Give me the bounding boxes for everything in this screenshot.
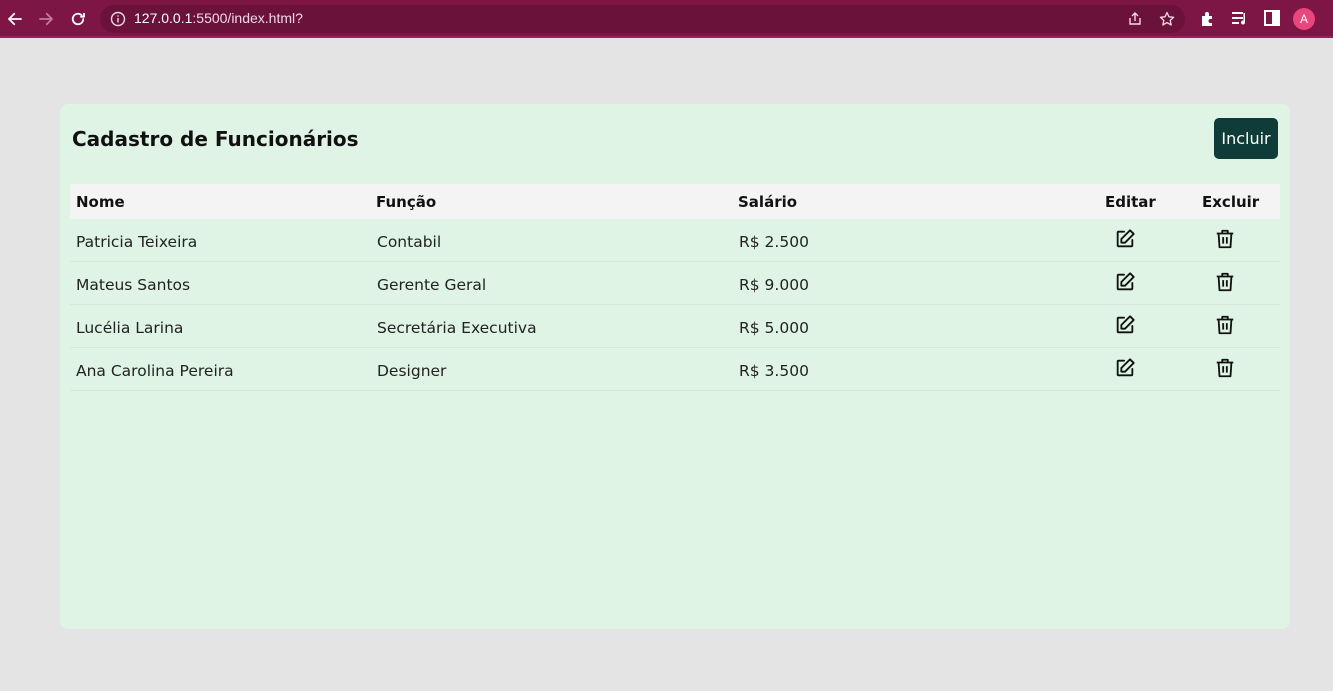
- address-bar[interactable]: 127.0.0.1:5500/index.html?: [100, 5, 1185, 33]
- trash-icon: [1216, 315, 1234, 335]
- edit-button[interactable]: [1113, 356, 1137, 380]
- url-host: 127.0.0.1: [134, 10, 193, 26]
- table-row: Lucélia Larina Secretária Executiva R$ 5…: [70, 305, 1280, 348]
- table-row: Mateus Santos Gerente Geral R$ 9.000: [70, 262, 1280, 305]
- delete-button[interactable]: [1213, 313, 1237, 337]
- cell-salario: R$ 9.000: [739, 276, 809, 294]
- reload-button[interactable]: [66, 7, 90, 31]
- side-panel-icon[interactable]: [1263, 9, 1281, 27]
- info-icon[interactable]: [110, 11, 126, 27]
- header-excluir: Excluir: [1202, 193, 1260, 211]
- extensions-icon[interactable]: [1199, 9, 1217, 27]
- cell-funcao: Designer: [377, 362, 447, 380]
- star-icon[interactable]: [1159, 11, 1175, 27]
- delete-button[interactable]: [1213, 270, 1237, 294]
- url-text[interactable]: 127.0.0.1:5500/index.html?: [134, 10, 303, 26]
- edit-button[interactable]: [1113, 313, 1137, 337]
- edit-icon: [1116, 315, 1135, 334]
- cell-nome: Lucélia Larina: [76, 319, 184, 337]
- employee-card: Cadastro de Funcionários Incluir Nome Fu…: [60, 104, 1290, 629]
- table-header: Nome Função Salário Editar Excluir: [70, 184, 1280, 219]
- browser-toolbar: 127.0.0.1:5500/index.html? A: [0, 0, 1333, 38]
- back-arrow-icon: [8, 12, 22, 26]
- cell-funcao: Contabil: [377, 233, 442, 251]
- add-employee-button[interactable]: Incluir: [1214, 118, 1278, 159]
- header-funcao: Função: [376, 193, 437, 211]
- header-nome: Nome: [76, 193, 125, 211]
- back-button[interactable]: [3, 7, 27, 31]
- cell-salario: R$ 2.500: [739, 233, 809, 251]
- forward-button[interactable]: [34, 7, 58, 31]
- forward-arrow-icon: [39, 12, 53, 26]
- cell-nome: Ana Carolina Pereira: [76, 362, 234, 380]
- table-row: Patricia Teixeira Contabil R$ 2.500: [70, 219, 1280, 262]
- url-path: :5500/index.html?: [192, 10, 303, 26]
- reload-icon: [71, 12, 85, 26]
- edit-icon: [1116, 272, 1135, 291]
- cell-salario: R$ 3.500: [739, 362, 809, 380]
- share-icon[interactable]: [1127, 11, 1143, 27]
- cell-nome: Mateus Santos: [76, 276, 191, 294]
- trash-icon: [1216, 229, 1234, 249]
- header-editar: Editar: [1105, 193, 1156, 211]
- trash-icon: [1216, 358, 1234, 378]
- cell-nome: Patricia Teixeira: [76, 233, 198, 251]
- header-salario: Salário: [738, 193, 798, 211]
- delete-button[interactable]: [1213, 227, 1237, 251]
- media-queue-icon[interactable]: [1231, 9, 1249, 27]
- edit-icon: [1116, 229, 1135, 248]
- trash-icon: [1216, 272, 1234, 292]
- employee-table: Nome Função Salário Editar Excluir Patri…: [70, 184, 1280, 391]
- delete-button[interactable]: [1213, 356, 1237, 380]
- page-title: Cadastro de Funcionários: [72, 127, 359, 151]
- cell-funcao: Gerente Geral: [377, 276, 487, 294]
- profile-avatar[interactable]: A: [1293, 8, 1315, 30]
- table-row: Ana Carolina Pereira Designer R$ 3.500: [70, 348, 1280, 391]
- edit-icon: [1116, 358, 1135, 377]
- cell-salario: R$ 5.000: [739, 319, 809, 337]
- edit-button[interactable]: [1113, 227, 1137, 251]
- edit-button[interactable]: [1113, 270, 1137, 294]
- cell-funcao: Secretária Executiva: [377, 319, 537, 337]
